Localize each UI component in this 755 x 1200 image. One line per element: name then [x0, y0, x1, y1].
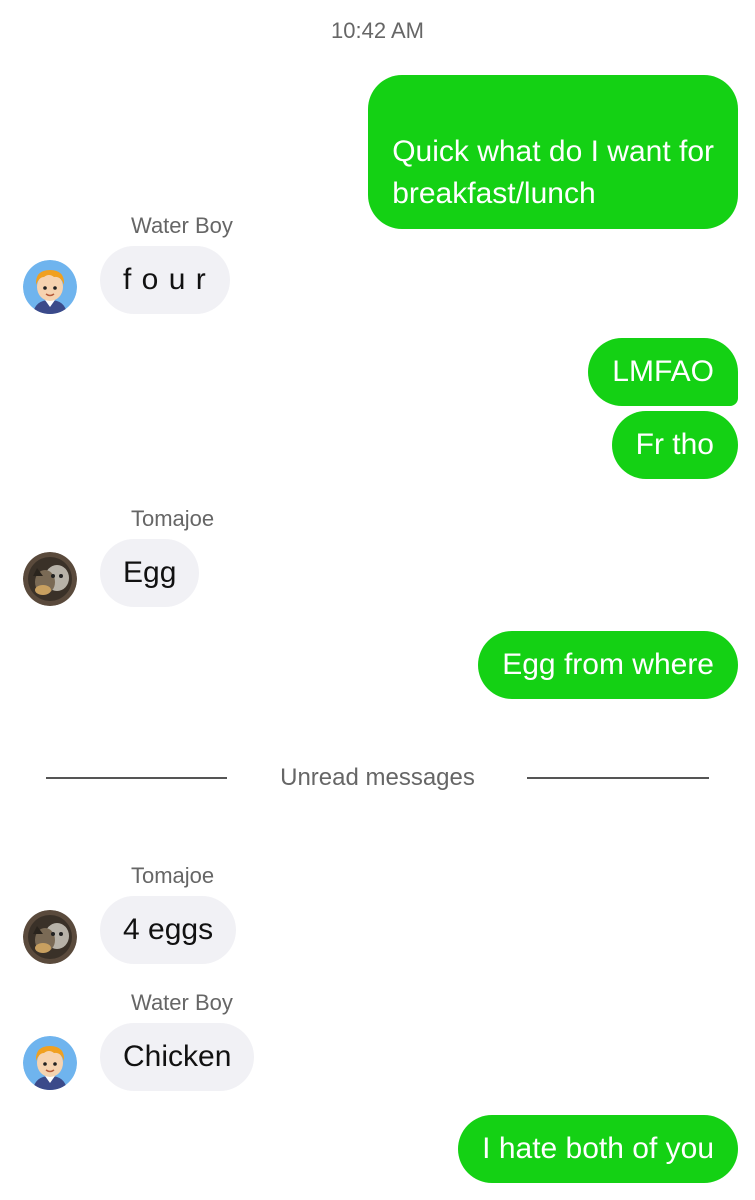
message-text: 4 eggs [123, 913, 214, 946]
sender-name: Water Boy [131, 990, 233, 1015]
message-text: Fr tho [635, 428, 714, 461]
timestamp: 10:42 AM [331, 18, 424, 43]
cartoon-boy-icon[interactable] [23, 1036, 77, 1090]
message-bubble-incoming[interactable]: Chicken [100, 1023, 255, 1091]
message-text: Quick what do I want for breakfast/lunch [392, 135, 714, 210]
message-text: Egg from where [502, 648, 714, 681]
message-bubble-incoming[interactable]: Egg [100, 539, 200, 607]
message-bubble-outgoing[interactable]: LMFAO [588, 338, 738, 406]
sender-name: Water Boy [131, 213, 233, 238]
message-bubble-outgoing[interactable]: I hate both of you [458, 1115, 738, 1183]
cartoon-boy-icon[interactable] [23, 260, 77, 314]
message-bubble-outgoing[interactable]: Fr tho [611, 411, 738, 479]
message-text: f o u r [123, 263, 207, 296]
chat-screen: 10:42 AM Quick what do I want for breakf… [0, 0, 755, 1200]
sender-name: Tomajoe [131, 506, 215, 531]
cat-photo-icon[interactable] [23, 910, 77, 964]
message-bubble-outgoing[interactable]: Egg from where [478, 631, 738, 699]
message-text: Egg [123, 556, 177, 589]
message-text: LMFAO [612, 355, 714, 388]
message-text: Chicken [123, 1040, 232, 1073]
message-bubble-outgoing[interactable]: Quick what do I want for breakfast/lunch [368, 75, 738, 229]
message-bubble-incoming[interactable]: f o u r [100, 246, 230, 314]
message-bubble-incoming[interactable]: 4 eggs [100, 896, 237, 964]
sender-name: Tomajoe [131, 863, 215, 888]
message-text: I hate both of you [482, 1132, 714, 1165]
divider-line-right [527, 777, 709, 779]
cat-photo-icon[interactable] [23, 552, 77, 606]
